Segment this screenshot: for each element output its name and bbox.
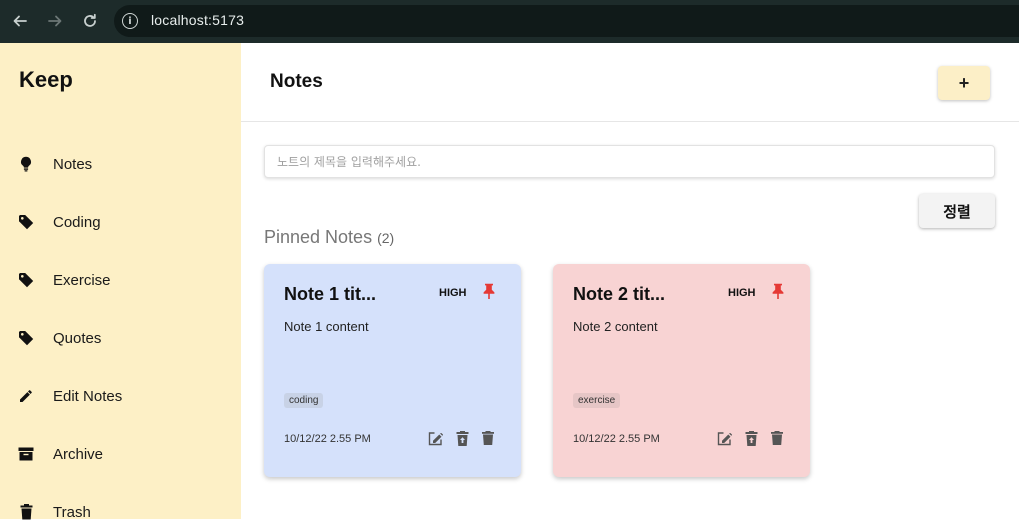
sidebar-item-archive[interactable]: Archive [0,434,241,474]
pin-icon[interactable] [771,283,785,299]
archive-restore-icon[interactable] [743,430,759,446]
pencil-icon [18,388,34,404]
note-priority: HIGH [439,287,467,299]
sidebar-item-label: Notes [53,155,93,173]
delete-icon[interactable] [480,430,496,446]
delete-icon[interactable] [769,430,785,446]
sort-button[interactable]: 정렬 [919,194,995,228]
note-card[interactable]: Note 1 tit... HIGH Note 1 content coding… [264,264,521,477]
pinned-notes-title: Pinned Notes [264,227,373,247]
forward-arrow-icon[interactable] [43,9,67,33]
trash-icon [18,504,34,520]
note-title: Note 1 tit... [284,284,377,304]
sidebar-item-quotes[interactable]: Quotes [0,318,241,358]
sidebar-item-exercise[interactable]: Exercise [0,260,241,300]
note-card[interactable]: Note 2 tit... HIGH Note 2 content exerci… [553,264,810,477]
reload-icon[interactable] [78,9,102,33]
sidebar-item-label: Quotes [53,329,102,347]
lightbulb-icon [18,156,34,172]
archive-restore-icon[interactable] [454,430,470,446]
edit-icon[interactable] [716,430,732,446]
pinned-notes-heading: Pinned Notes (2) [264,227,394,248]
page-header: Notes + [241,43,1019,122]
note-title: Note 2 tit... [573,284,666,304]
page-title: Notes [270,71,323,92]
pin-icon[interactable] [482,283,496,299]
tag-icon [18,272,34,288]
pinned-notes-count: (2) [377,230,395,246]
sidebar-item-label: Trash [53,503,91,521]
note-date: 10/12/22 2.55 PM [284,433,371,445]
note-tag[interactable]: coding [284,393,324,408]
sidebar-item-label: Edit Notes [53,387,123,405]
note-content: Note 1 content [284,319,369,334]
browser-toolbar: i localhost:5173 [0,0,1019,43]
sidebar-item-edit-notes[interactable]: Edit Notes [0,376,241,416]
note-date: 10/12/22 2.55 PM [573,433,660,445]
back-arrow-icon[interactable] [8,9,32,33]
archive-icon [18,446,34,462]
note-title-search-input[interactable] [264,145,995,178]
edit-icon[interactable] [427,430,443,446]
tag-icon [18,214,34,230]
tag-icon [18,330,34,346]
add-note-button[interactable]: + [938,66,990,100]
note-content: Note 2 content [573,319,658,334]
site-info-icon[interactable]: i [122,13,138,29]
address-bar[interactable]: i localhost:5173 [114,5,1019,37]
url-text: localhost:5173 [151,12,245,28]
sidebar-item-label: Coding [53,213,101,231]
note-priority: HIGH [728,287,756,299]
sidebar-item-label: Exercise [53,271,111,289]
sidebar-item-notes[interactable]: Notes [0,144,241,184]
brand-title: Keep [19,67,73,92]
sidebar-item-coding[interactable]: Coding [0,202,241,242]
sidebar-item-label: Archive [53,445,104,463]
note-tag[interactable]: exercise [573,393,621,408]
sidebar-item-trash[interactable]: Trash [0,492,241,532]
sidebar: Keep Notes Coding Exercise Quotes Edit N… [0,43,241,521]
